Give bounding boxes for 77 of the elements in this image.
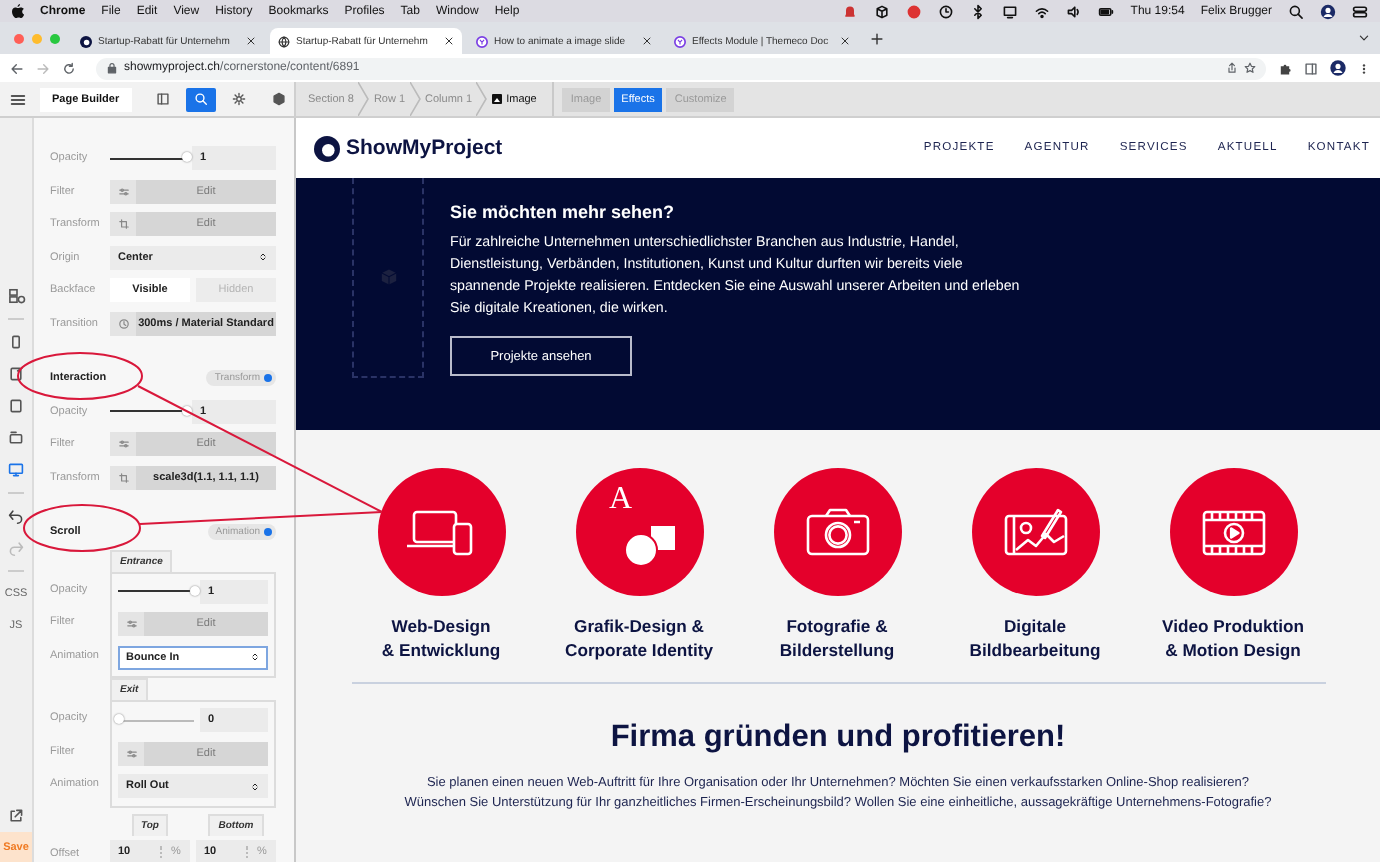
search-icon [194, 92, 209, 106]
tablet-pen-icon[interactable] [8, 366, 24, 382]
slider-thumb[interactable] [181, 152, 191, 163]
logo-favicon-icon [80, 35, 92, 47]
clock-icon[interactable] [938, 3, 955, 19]
highlight-ellipse [17, 352, 143, 400]
bell-icon[interactable] [842, 3, 859, 19]
sidebar-icon[interactable] [1304, 61, 1318, 75]
updown-caret-icon [258, 252, 268, 263]
shapes-icon [623, 524, 675, 568]
close-icon[interactable] [840, 36, 850, 46]
service-title[interactable]: Web-Design & Entwicklung [381, 614, 501, 662]
circle-favicon-icon [476, 35, 488, 47]
hexagon-icon [271, 92, 286, 106]
clock-icon [117, 317, 129, 330]
blocks-gear-icon[interactable] [7, 288, 25, 304]
phone-icon[interactable] [8, 334, 24, 350]
search-icon[interactable] [1288, 3, 1304, 19]
speaker-icon[interactable] [1066, 3, 1083, 19]
chevron-separator-icon [357, 82, 370, 116]
close-icon[interactable] [444, 36, 454, 46]
sliders-icon [125, 747, 137, 760]
logo-icon [314, 135, 340, 161]
service-title[interactable]: Grafik-Design & Corporate Identity [564, 614, 713, 662]
control-center-icon[interactable] [1352, 3, 1368, 19]
more-icon[interactable] [1358, 61, 1370, 75]
tablet-icon[interactable] [8, 398, 24, 414]
letter-glyph: A [609, 484, 633, 516]
banner-title: Sie möchten mehr sehen? [450, 202, 677, 222]
slider-thumb[interactable] [181, 405, 191, 416]
chevron-separator-icon [409, 82, 422, 116]
updown-caret-icon [250, 781, 260, 792]
updown-caret-icon [250, 652, 260, 663]
chevron-down-icon[interactable] [1358, 32, 1370, 44]
desktop-icon[interactable] [8, 462, 24, 478]
slider-thumb[interactable] [189, 585, 199, 596]
apple-icon[interactable] [12, 4, 24, 18]
share-icon[interactable] [1226, 62, 1238, 74]
plus-icon[interactable] [870, 31, 884, 45]
close-icon[interactable] [246, 36, 256, 46]
globe-icon [278, 35, 290, 47]
record-icon[interactable] [906, 3, 923, 19]
reload-icon[interactable] [62, 61, 76, 75]
sliders-icon [117, 438, 129, 451]
sliders-icon [125, 618, 137, 631]
undo-icon[interactable] [8, 508, 24, 524]
wifi-icon[interactable] [1034, 3, 1051, 19]
sidebar-icon [155, 92, 170, 106]
highlight-ellipse [23, 504, 141, 552]
gear-icon [232, 92, 247, 106]
bluetooth-icon[interactable] [970, 3, 987, 19]
image-icon [492, 94, 503, 104]
search-button[interactable] [185, 87, 217, 111]
circle-favicon-icon [674, 35, 686, 47]
lock-icon [106, 62, 118, 74]
crop-icon [117, 471, 129, 484]
site-logo-text[interactable]: ShowMyProject [346, 136, 503, 160]
battery-icon[interactable] [1098, 3, 1115, 19]
close-icon[interactable] [642, 36, 652, 46]
crop-icon [117, 218, 129, 231]
external-link-icon[interactable] [8, 808, 24, 824]
star-icon[interactable] [1244, 62, 1256, 74]
sliders-icon [117, 185, 129, 198]
chevron-separator-icon [476, 82, 489, 116]
puzzle-icon[interactable] [1278, 61, 1292, 75]
section-heading: Firma gründen und profitieren! [608, 720, 1068, 756]
cube-icon [379, 268, 397, 286]
display-icon[interactable] [1002, 3, 1019, 19]
service-title[interactable]: Video Produktion & Motion Design [1162, 614, 1304, 662]
box-icon[interactable] [874, 3, 891, 19]
slider-thumb[interactable] [113, 714, 123, 725]
profile-avatar-icon[interactable] [1330, 60, 1346, 76]
user-avatar-icon[interactable] [1320, 3, 1336, 19]
menu-icon[interactable] [10, 91, 26, 107]
back-arrow-icon[interactable] [10, 61, 24, 75]
service-title[interactable]: Digitale Bildbearbeitung [969, 614, 1101, 662]
service-title[interactable]: Fotografie & Bilderstellung [779, 614, 895, 662]
